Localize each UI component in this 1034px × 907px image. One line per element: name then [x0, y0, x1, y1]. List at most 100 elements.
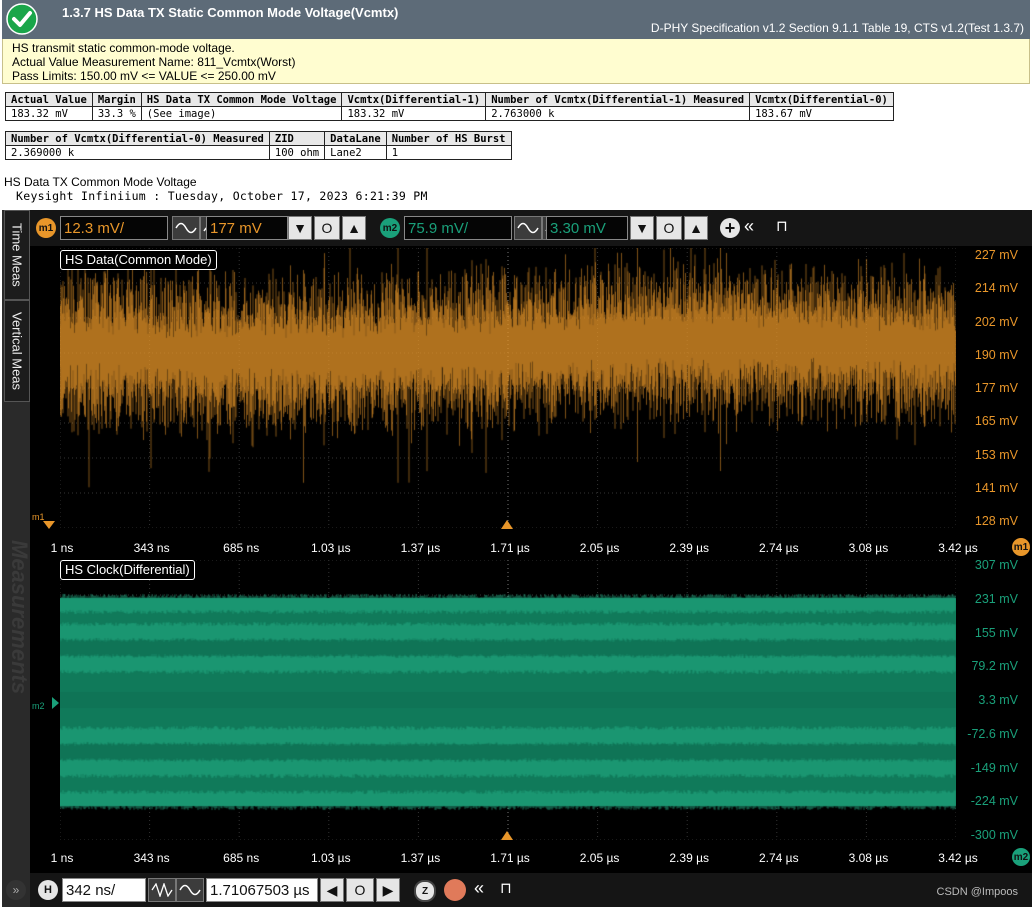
plot2-waveform — [60, 560, 956, 840]
y-tick-label: -72.6 mV — [967, 726, 1018, 741]
trigger-marker-icon-2[interactable] — [501, 831, 513, 840]
horizontal-scale-field[interactable]: 342 ns/ — [62, 878, 146, 902]
table2-header-0: Number of Vcmtx(Differential-0) Measured — [5, 131, 270, 146]
x-tick-label: 2.05 µs — [579, 851, 620, 865]
test-header: 1.3.7 HS Data TX Static Common Mode Volt… — [2, 0, 1030, 39]
table2-cell-2: Lane2 — [324, 145, 387, 160]
scale-down-wave-icon[interactable] — [172, 216, 200, 240]
x-tick-label: 343 ns — [133, 851, 170, 865]
measurement-name: Actual Value Measurement Name: 811_Vcmtx… — [12, 55, 296, 69]
y-tick-label: -300 mV — [970, 828, 1018, 842]
x-tick-label: 1.37 µs — [400, 851, 441, 865]
pin-icon-2[interactable]: ⊓ — [500, 879, 512, 897]
horizontal-badge[interactable]: H — [38, 880, 58, 900]
x-tick-label: 1.03 µs — [310, 541, 351, 555]
y-tick-label: 3.3 mV — [978, 693, 1018, 707]
collapse-icon[interactable]: « — [744, 216, 754, 237]
m2-badge[interactable]: m2 — [380, 218, 400, 238]
x-tick-label: 1 ns — [50, 851, 74, 865]
x-tick-label: 2.39 µs — [669, 851, 709, 865]
m1-scale-field[interactable]: 12.3 mV/ — [60, 216, 168, 240]
time-scale-up-icon[interactable] — [176, 878, 204, 902]
offset-up-icon-2[interactable]: ▲ — [684, 216, 708, 240]
plot-hs-data[interactable] — [60, 248, 956, 528]
offset-zero-icon[interactable]: O — [314, 216, 340, 240]
offset-up-icon[interactable]: ▲ — [342, 216, 366, 240]
expand-icon[interactable]: » — [6, 880, 26, 900]
y-tick-label: 141 mV — [974, 480, 1018, 495]
results-table-1: Actual Value Margin HS Data TX Common Mode… — [5, 92, 894, 121]
results-table-2: Number of Vcmtx(Differential-0) Measured… — [5, 131, 512, 160]
offset-zero-icon-2[interactable]: O — [656, 216, 682, 240]
x-tick-label: 3.08 µs — [848, 851, 889, 865]
m2-ground-marker-icon[interactable] — [52, 697, 59, 709]
description-line: HS transmit static common-mode voltage. — [12, 41, 235, 55]
m1-offset-field[interactable]: 177 mV — [206, 216, 288, 240]
table1-header-3: Vcmtx(Differential-1) — [341, 92, 487, 107]
collapse-icon-2[interactable]: « — [474, 878, 484, 899]
x-tick-label: 3.42 µs — [938, 541, 978, 555]
pin-icon[interactable]: ⊓ — [776, 217, 788, 235]
table1-header-0: Actual Value — [5, 92, 93, 107]
y-tick-label: 165 mV — [974, 414, 1018, 429]
y-tick-label: 202 mV — [974, 314, 1018, 329]
y-tick-label: 227 mV — [974, 248, 1018, 262]
watermark: CSDN @Impoos — [936, 886, 1018, 898]
x-tick-label: 1.71 µs — [490, 541, 530, 555]
add-icon[interactable]: + — [720, 218, 740, 238]
table2-cell-0: 2.369000 k — [5, 145, 270, 160]
trigger-marker-icon[interactable] — [501, 520, 513, 529]
test-description: HS transmit static common-mode voltage. … — [2, 39, 1030, 84]
table1-cell-4: 2.763000 k — [485, 106, 751, 121]
y-tick-label: 153 mV — [974, 447, 1018, 462]
side-panel: Time Meas Vertical Meas Measurements » — [2, 210, 32, 907]
offset-down-icon[interactable]: ▼ — [288, 216, 312, 240]
test-title: 1.3.7 HS Data TX Static Common Mode Volt… — [62, 5, 399, 20]
measurements-tab[interactable]: Measurements — [6, 540, 32, 694]
table1-header-5: Vcmtx(Differential-0) — [749, 92, 894, 107]
table2-header-2: DataLane — [324, 131, 387, 146]
table2-header-1: ZID — [268, 131, 326, 146]
y-tick-label: 177 mV — [974, 381, 1018, 395]
m1-badge[interactable]: m1 — [36, 218, 56, 238]
scope-signature: Keysight Infiniium : Tuesday, October 17… — [16, 189, 428, 203]
plot1-channel-badge[interactable]: m1 — [1012, 538, 1030, 556]
x-tick-label: 2.74 µs — [758, 851, 799, 865]
horizontal-position-field[interactable]: 1.71067503 µs — [206, 878, 318, 902]
x-tick-label: 3.08 µs — [848, 541, 889, 555]
tab-time-meas[interactable]: Time Meas — [4, 210, 30, 300]
position-left-icon[interactable]: ◀ — [320, 878, 344, 902]
check-circle-icon — [6, 3, 38, 35]
plot1-title: HS Data(Common Mode) — [60, 250, 217, 270]
y-tick-label: 190 mV — [974, 347, 1018, 362]
m1-ground-marker-icon[interactable] — [43, 521, 55, 529]
offset-down-icon-2[interactable]: ▼ — [630, 216, 654, 240]
scale-down-wave-icon-2[interactable] — [514, 216, 542, 240]
table1-header-4: Number of Vcmtx(Differential-1) Measured — [485, 92, 751, 107]
table2-header-3: Number of HS Burst — [385, 131, 512, 146]
position-right-icon[interactable]: ▶ — [376, 878, 400, 902]
acquisition-icon[interactable] — [444, 879, 466, 901]
x-tick-label: 685 ns — [223, 541, 260, 555]
m2-offset-field[interactable]: 3.30 mV — [546, 216, 628, 240]
table1-header-1: Margin — [91, 92, 142, 107]
x-tick-label: 2.74 µs — [758, 541, 799, 555]
time-scale-down-icon[interactable] — [148, 878, 176, 902]
y-tick-label: -149 mV — [970, 760, 1018, 775]
plot2-title: HS Clock(Differential) — [60, 560, 195, 580]
y-tick-label: 307 mV — [974, 558, 1018, 572]
tab-vertical-meas[interactable]: Vertical Meas — [4, 300, 30, 402]
table1-cell-2: (See image) — [140, 106, 343, 121]
m2-scale-field[interactable]: 75.9 mV/ — [404, 216, 512, 240]
table1-cell-5: 183.67 mV — [749, 106, 894, 121]
x-tick-label: 1.37 µs — [400, 541, 441, 555]
channel-control-bar: m1 12.3 mV/ 177 mV ▼ O ▲ m2 75.9 mV/ 3.3… — [30, 210, 1032, 246]
zoom-badge[interactable]: Z — [414, 880, 436, 902]
x-tick-label: 1.71 µs — [490, 851, 530, 865]
position-zero-icon[interactable]: O — [346, 878, 374, 902]
table2-cell-1: 100 ohm — [268, 145, 326, 160]
plot2-channel-badge[interactable]: m2 — [1012, 848, 1030, 866]
plot-hs-clock[interactable] — [60, 560, 956, 840]
x-tick-label: 1 ns — [50, 541, 74, 555]
y-tick-label: -224 mV — [970, 794, 1018, 809]
